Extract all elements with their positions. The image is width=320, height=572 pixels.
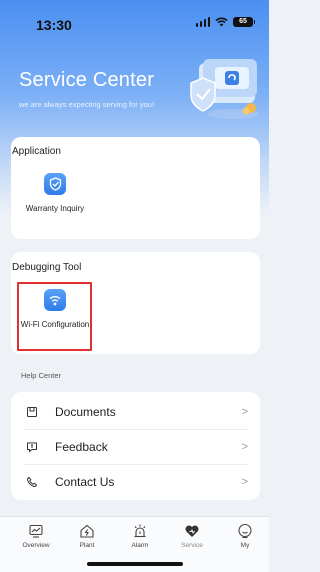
user-icon <box>238 523 252 539</box>
tab-overview[interactable]: Overview <box>11 523 61 549</box>
tab-alarm[interactable]: Alarm <box>115 523 165 549</box>
documents-icon <box>23 406 41 418</box>
service-illustration <box>190 59 259 119</box>
alarm-icon <box>134 524 146 538</box>
page-title: Service Center <box>19 69 155 91</box>
tab-plant[interactable]: Plant <box>62 523 112 549</box>
documents-row[interactable]: Documents > <box>23 394 248 429</box>
contact-us-label: Contact Us <box>55 474 115 489</box>
signal-icon <box>195 17 210 27</box>
help-center-title: Help Center <box>21 371 62 380</box>
documents-label: Documents <box>55 404 116 419</box>
plant-icon <box>80 524 94 538</box>
status-time: 13:30 <box>36 17 72 33</box>
application-title: Application <box>12 146 61 157</box>
debugging-title: Debugging Tool <box>12 262 82 273</box>
tab-overview-label: Overview <box>22 542 50 549</box>
tab-service[interactable]: Service <box>167 523 217 549</box>
chevron-right-icon: > <box>241 440 248 453</box>
help-center-card: Documents > Feedback > Contact Us > <box>11 392 260 500</box>
highlight-box <box>17 282 92 351</box>
home-indicator <box>87 562 183 566</box>
status-icons: 65 <box>195 17 255 27</box>
battery-icon: 65 <box>233 17 255 27</box>
overview-icon <box>29 524 43 538</box>
feedback-icon <box>23 441 41 453</box>
tab-my-label: My <box>240 542 250 549</box>
tab-plant-label: Plant <box>79 542 95 549</box>
feedback-label: Feedback <box>55 439 108 454</box>
wifi-status-icon <box>215 17 228 27</box>
service-icon <box>185 525 199 537</box>
feedback-row[interactable]: Feedback > <box>23 429 248 464</box>
chevron-right-icon: > <box>241 475 248 488</box>
page-subtitle: we are always expecting serving for you! <box>19 100 155 109</box>
tab-service-label: Service <box>181 542 203 549</box>
warranty-inquiry-label: Warranty Inquiry <box>25 204 85 213</box>
phone-icon <box>23 476 41 488</box>
status-bar: 13:30 65 <box>0 0 269 44</box>
contact-us-row[interactable]: Contact Us > <box>23 464 248 499</box>
warranty-inquiry-button[interactable]: Warranty Inquiry <box>20 173 90 215</box>
tab-my[interactable]: My <box>220 523 270 549</box>
chevron-right-icon: > <box>241 405 248 418</box>
tab-alarm-label: Alarm <box>131 542 149 549</box>
shield-icon <box>44 173 66 195</box>
